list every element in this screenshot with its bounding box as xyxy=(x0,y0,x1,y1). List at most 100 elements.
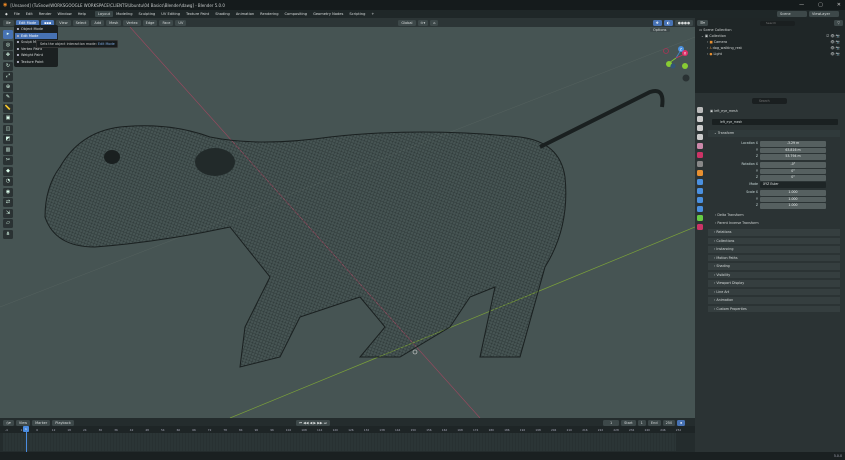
smooth-tool-icon[interactable]: ◉ xyxy=(3,187,13,197)
tab-geometry-nodes[interactable]: Geometry Nodes xyxy=(310,11,346,17)
timeline-editor-type-icon[interactable]: ◷▾ xyxy=(3,419,14,426)
maximize-button[interactable]: ▢ xyxy=(818,2,823,8)
timeline-tracks[interactable] xyxy=(3,433,676,451)
panel-transform[interactable]: ⌄ Transform xyxy=(708,130,840,138)
shear-tool-icon[interactable]: ▱ xyxy=(3,219,13,228)
menu-vertex[interactable]: Vertex xyxy=(123,19,141,26)
shrink-tool-icon[interactable]: ⇲ xyxy=(3,208,13,218)
scale-tool-icon[interactable]: ⤢ xyxy=(3,72,13,81)
filter-icon[interactable]: ▽ xyxy=(834,20,843,26)
outliner-display-icon[interactable]: ☰▾ xyxy=(697,20,708,26)
poly-build-tool-icon[interactable]: ◆ xyxy=(3,166,13,176)
timeline-menu-marker[interactable]: Marker xyxy=(32,419,51,426)
location-x-field[interactable]: -3.29 m xyxy=(760,141,826,147)
tab-uv-editing[interactable]: UV Editing xyxy=(158,11,183,17)
panel-visibility[interactable]: › Visibility xyxy=(708,271,840,279)
tab-texture-paint[interactable]: Texture Paint xyxy=(183,11,212,17)
minimize-button[interactable]: — xyxy=(799,2,804,8)
panel-line-art[interactable]: › Line Art xyxy=(708,288,840,296)
location-z-field[interactable]: 53.794 m xyxy=(760,154,826,160)
blender-menu-icon[interactable]: ◆ xyxy=(2,11,11,17)
bevel-tool-icon[interactable]: ◩ xyxy=(3,135,13,144)
menu-edit[interactable]: Edit xyxy=(23,11,36,17)
view-layer-selector[interactable]: ViewLayer xyxy=(809,11,839,17)
outliner-item-light[interactable]: › ● Light 👁 📷 xyxy=(697,51,842,57)
move-tool-icon[interactable]: ✥ xyxy=(3,51,13,60)
tab-shading[interactable]: Shading xyxy=(212,11,233,17)
rotation-y-field[interactable]: 0° xyxy=(760,168,826,174)
orientation-selector[interactable]: Global xyxy=(398,19,416,26)
menu-mesh[interactable]: Mesh xyxy=(106,19,122,26)
overlay-toggle-icon[interactable]: ◐ xyxy=(663,19,673,26)
inset-tool-icon[interactable]: ◫ xyxy=(3,124,13,134)
menu-view[interactable]: View xyxy=(56,19,71,26)
menu-edge[interactable]: Edge xyxy=(142,19,158,26)
object-name-field[interactable]: left_eye_mesh xyxy=(712,119,838,125)
properties-search-input[interactable]: Search xyxy=(752,98,787,104)
menu-add[interactable]: Add xyxy=(91,19,105,26)
navigation-gizmo[interactable]: Z X xyxy=(656,38,696,83)
menu-face[interactable]: Face xyxy=(159,19,174,26)
editor-type-button[interactable]: ⊞▾ xyxy=(3,19,14,26)
constraints-tab-icon[interactable] xyxy=(697,206,703,212)
output-tab-icon[interactable] xyxy=(697,125,703,131)
viewport-options-button[interactable]: Options xyxy=(650,27,672,33)
timeline-menu-view[interactable]: View xyxy=(15,419,31,426)
close-button[interactable]: ✕ xyxy=(837,2,841,8)
rotate-tool-icon[interactable]: ↻ xyxy=(3,61,13,71)
particles-tab-icon[interactable] xyxy=(697,188,703,194)
menu-render[interactable]: Render xyxy=(36,11,55,17)
auto-key-icon[interactable]: ⏺ xyxy=(677,419,685,426)
knife-tool-icon[interactable]: ✂ xyxy=(3,156,13,165)
object-tab-icon[interactable] xyxy=(697,170,703,176)
panel-motion-paths[interactable]: › Motion Paths xyxy=(708,254,840,262)
playback-controls[interactable]: ⏮ ◀◀ ◀ ▶ ▶▶ ⏭ xyxy=(295,419,330,426)
menu-window[interactable]: Window xyxy=(55,11,75,17)
tab-modeling[interactable]: Modeling xyxy=(113,11,135,17)
tab-animation[interactable]: Animation xyxy=(233,11,257,17)
tool-tab-icon[interactable] xyxy=(697,107,703,113)
tab-rendering[interactable]: Rendering xyxy=(257,11,281,17)
modifiers-tab-icon[interactable] xyxy=(697,179,703,185)
end-frame-field[interactable]: 250 xyxy=(662,419,676,426)
subpanel-delta-transform[interactable]: › Delta Transform xyxy=(715,213,744,217)
tab-scripting[interactable]: Scripting xyxy=(346,11,368,17)
scale-y-field[interactable]: 1.000 xyxy=(760,196,826,202)
panel-shading[interactable]: › Shading xyxy=(708,263,840,271)
panel-relations[interactable]: › Relations xyxy=(708,229,840,237)
outliner-search-input[interactable]: Search xyxy=(759,20,795,26)
start-frame-field[interactable]: 1 xyxy=(637,419,646,426)
current-frame-field[interactable]: 1 xyxy=(603,419,620,426)
tab-sculpting[interactable]: Sculpting xyxy=(136,11,159,17)
scale-x-field[interactable]: 1.000 xyxy=(760,190,826,196)
subpanel-parent-inverse[interactable]: › Parent Inverse Transform xyxy=(715,221,759,225)
material-tab-icon[interactable] xyxy=(697,224,703,230)
world-tab-icon[interactable] xyxy=(697,152,703,158)
extrude-tool-icon[interactable]: ▣ xyxy=(3,114,13,123)
location-y-field[interactable]: 63.816 m xyxy=(760,147,826,153)
panel-viewport-display[interactable]: › Viewport Display xyxy=(708,280,840,288)
menu-select[interactable]: Select xyxy=(72,19,90,26)
pivot-icon[interactable]: ⊙▾ xyxy=(417,19,429,26)
scale-z-field[interactable]: 1.000 xyxy=(760,203,826,209)
cursor-tool-icon[interactable]: ◎ xyxy=(3,40,13,50)
render-tab-icon[interactable] xyxy=(697,116,703,122)
collection-tab-icon[interactable] xyxy=(697,161,703,167)
physics-tab-icon[interactable] xyxy=(697,197,703,203)
tab-layout[interactable]: Layout xyxy=(94,11,114,17)
data-tab-icon[interactable] xyxy=(697,215,703,221)
panel-collections[interactable]: › Collections xyxy=(708,237,840,245)
add-workspace-button[interactable]: + xyxy=(368,11,377,17)
transform-tool-icon[interactable]: ⊕ xyxy=(3,82,13,92)
gizmo-toggle-icon[interactable]: ✥ xyxy=(652,19,662,26)
measure-tool-icon[interactable]: 📏 xyxy=(3,103,13,113)
rip-tool-icon[interactable]: ⋔ xyxy=(3,229,13,239)
panel-instancing[interactable]: › Instancing xyxy=(708,246,840,254)
scene-tab-icon[interactable] xyxy=(697,143,703,149)
timeline-menu-playback[interactable]: Playback xyxy=(52,419,74,426)
annotate-tool-icon[interactable]: ✎ xyxy=(3,93,13,102)
tab-compositing[interactable]: Compositing xyxy=(282,11,311,17)
rotation-z-field[interactable]: 0° xyxy=(760,175,826,181)
menu-file[interactable]: File xyxy=(11,11,23,17)
select-tool-icon[interactable]: ▸ xyxy=(3,30,13,39)
